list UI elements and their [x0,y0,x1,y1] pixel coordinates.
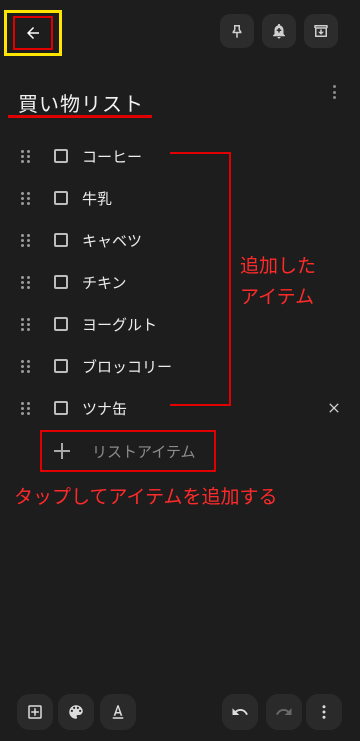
pin-button[interactable] [220,14,254,48]
title-underline-annotation [8,115,152,118]
drag-handle-icon[interactable] [21,359,31,373]
close-icon[interactable] [326,400,342,416]
item-checkbox[interactable] [54,233,68,247]
more-options-button[interactable] [306,694,342,730]
add-list-item-label: リストアイテム [92,442,196,461]
background-color-button[interactable] [58,694,94,730]
item-label[interactable]: ツナ缶 [82,398,127,419]
back-button[interactable] [4,10,62,56]
drag-handle-icon[interactable] [21,317,31,331]
text-format-icon [112,705,124,719]
item-checkbox[interactable] [54,191,68,205]
item-label[interactable]: コーヒー [82,146,142,167]
drag-handle-icon[interactable] [21,401,31,415]
item-label[interactable]: チキン [82,272,127,293]
note-title[interactable]: 買い物リスト [18,88,144,117]
arrow-back-icon [27,27,39,39]
drag-handle-icon[interactable] [21,233,31,247]
drag-handle-icon[interactable] [21,191,31,205]
redo-icon [276,708,292,715]
undo-icon [232,708,248,715]
undo-button[interactable] [222,694,258,730]
drag-handle-icon[interactable] [21,275,31,289]
tap-hint-annotation: タップしてアイテムを追加する [14,486,278,508]
added-items-annotation-line1: 追加した [240,255,317,277]
add-box-icon [28,705,42,719]
pin-icon [232,25,242,38]
item-checkbox[interactable] [54,401,68,415]
item-label[interactable]: ヨーグルト [82,314,157,335]
drag-handle-icon[interactable] [21,149,31,163]
archive-button[interactable] [304,14,338,48]
item-checkbox[interactable] [54,149,68,163]
added-items-annotation-line2: アイテム [240,286,315,308]
item-checkbox[interactable] [54,317,68,331]
add-content-button[interactable] [17,694,53,730]
note-more-button[interactable] [326,82,342,102]
item-checkbox[interactable] [54,359,68,373]
palette-icon [69,705,83,719]
more-vertical-icon [332,85,336,88]
plus-icon [54,443,70,459]
text-format-button[interactable] [100,694,136,730]
redo-button[interactable] [266,694,302,730]
added-items-bracket [170,152,231,406]
item-label[interactable]: ブロッコリー [82,356,172,377]
bell-plus-icon [273,23,285,39]
back-button-highlight [13,16,53,50]
item-checkbox[interactable] [54,275,68,289]
archive-icon [314,25,328,37]
add-list-item-button[interactable]: リストアイテム [40,430,216,472]
more-vertical-icon [322,705,326,719]
item-label[interactable]: 牛乳 [82,188,112,209]
reminder-button[interactable] [262,14,296,48]
item-label[interactable]: キャベツ [82,230,142,251]
